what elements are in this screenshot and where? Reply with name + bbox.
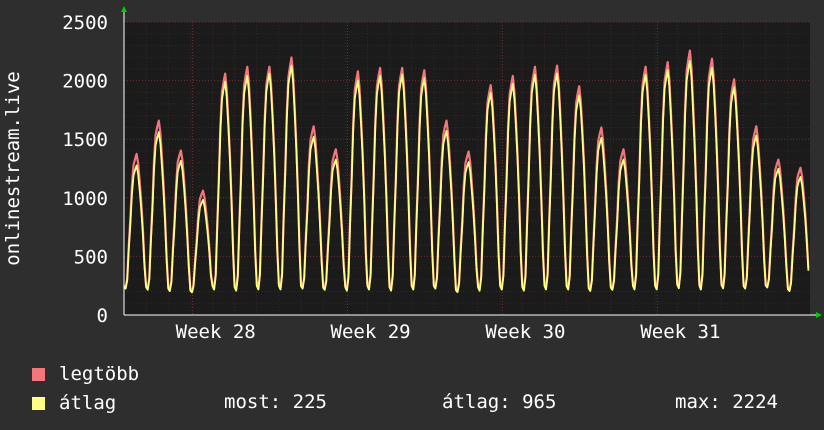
stat-now: most: 225 (224, 391, 327, 413)
x-axis-arrow-icon (816, 312, 822, 318)
x-tick-label: Week 31 (640, 321, 720, 343)
x-tick-label: Week 30 (485, 321, 565, 343)
y-tick-label: 1000 (62, 188, 108, 210)
legend-swatch-max (32, 367, 45, 381)
stat-max: max: 2224 (675, 391, 778, 413)
y-tick-label: 2000 (62, 71, 108, 93)
y-axis-arrow-icon (121, 6, 127, 12)
y-tick-label: 2500 (62, 12, 108, 34)
y-tick-label: 1500 (62, 129, 108, 151)
x-tick-label: Week 28 (176, 321, 256, 343)
y-axis-label: onlinestream.live (2, 71, 24, 265)
stat-average: átlag: 965 (442, 391, 557, 413)
legend-label-max: legtöbb (59, 363, 140, 385)
legend-item-max: legtöbb (32, 362, 139, 386)
legend-swatch-avg (32, 396, 45, 410)
y-tick-label: 0 (97, 305, 108, 327)
y-tick-label: 500 (74, 246, 108, 268)
legend-item-avg: átlag (32, 391, 116, 415)
legend-label-avg: átlag (59, 392, 117, 414)
x-tick-label: Week 29 (331, 321, 411, 343)
